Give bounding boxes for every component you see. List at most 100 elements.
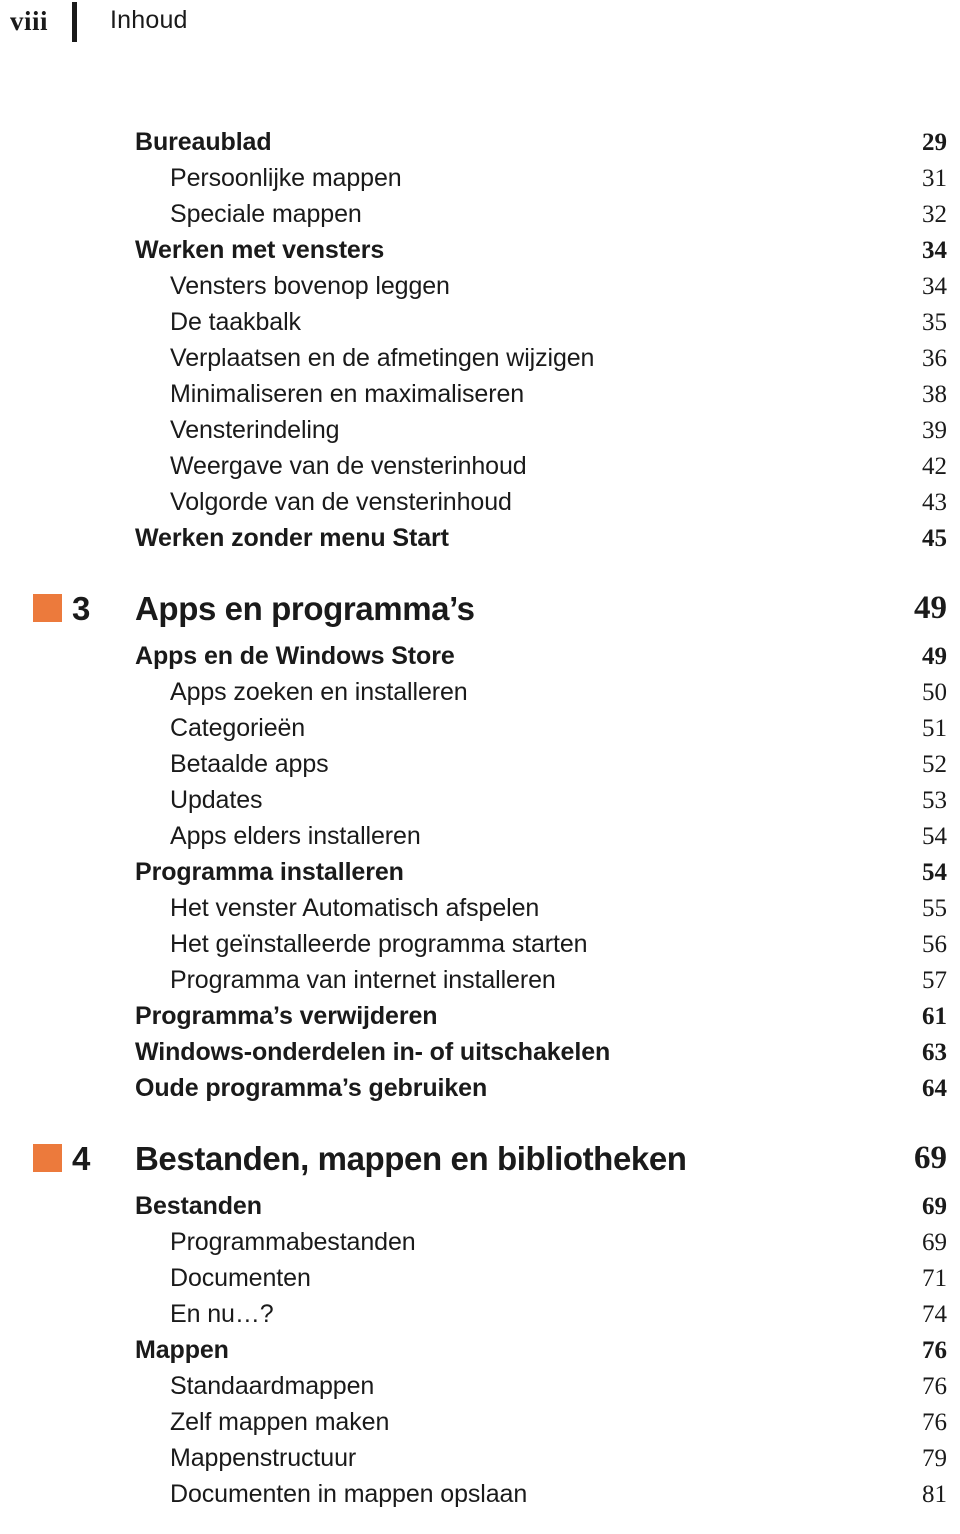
- toc-entry-page-number: 76: [922, 1337, 947, 1364]
- toc-entry-label: Verplaatsen en de afmetingen wijzigen: [170, 344, 595, 372]
- toc-entry-page-number: 43: [922, 489, 947, 516]
- toc-entry-row[interactable]: Minimaliseren en maximaliseren 38: [0, 380, 960, 416]
- toc-entry-row[interactable]: Werken zonder menu Start 45: [0, 524, 960, 560]
- toc-entry-row[interactable]: Programmabestanden 69: [0, 1228, 960, 1264]
- toc-entry-page-number: 54: [922, 823, 947, 850]
- toc-entry-page-number: 63: [922, 1039, 947, 1066]
- toc-entry-label: Categorieën: [170, 714, 306, 742]
- toc-entry-label: Betaalde apps: [170, 750, 329, 778]
- toc-entry-row[interactable]: En nu…? 74: [0, 1300, 960, 1336]
- toc-entry-label: Mappen: [135, 1336, 229, 1364]
- toc-entry-row[interactable]: Weergave van de vensterinhoud 42: [0, 452, 960, 488]
- header-title: Inhoud: [110, 6, 188, 34]
- toc-entry-page-number: 34: [922, 273, 947, 300]
- toc-entry-row[interactable]: Documenten 71: [0, 1264, 960, 1300]
- toc-entry-row[interactable]: Programma van internet installeren 57: [0, 966, 960, 1002]
- toc-entry-page-number: 34: [922, 237, 947, 264]
- toc-entry-row[interactable]: Programma installeren 54: [0, 858, 960, 894]
- toc-entry-row[interactable]: Vensterindeling 39: [0, 416, 960, 452]
- toc-entry-row[interactable]: Zelf mappen maken 76: [0, 1408, 960, 1444]
- toc-entry-row[interactable]: Apps en de Windows Store 49: [0, 642, 960, 678]
- toc-entry-row[interactable]: Vensters bovenop leggen 34: [0, 272, 960, 308]
- toc-entry-page-number: 76: [922, 1373, 947, 1400]
- toc-entry-row[interactable]: Bestanden 69: [0, 1192, 960, 1228]
- toc-entry-row[interactable]: Het geïnstalleerde programma starten 56: [0, 930, 960, 966]
- toc-entry-row[interactable]: Mappenstructuur 79: [0, 1444, 960, 1480]
- toc-entry-page-number: 71: [922, 1265, 947, 1292]
- toc-entry-label: Werken met vensters: [135, 236, 385, 264]
- toc-entry-label: Vensterindeling: [170, 416, 340, 444]
- toc-entry-label: Documenten in mappen opslaan: [170, 1480, 528, 1508]
- toc-entry-page-number: 81: [922, 1481, 947, 1508]
- toc-entry-row[interactable]: Het venster Automatisch afspelen 55: [0, 894, 960, 930]
- toc-entry-row[interactable]: Windows-onderdelen in- of uitschakelen 63: [0, 1038, 960, 1074]
- toc-entry-label: De taakbalk: [170, 308, 301, 336]
- toc-entry-row[interactable]: Betaalde apps 52: [0, 750, 960, 786]
- toc-entry-page-number: 69: [922, 1229, 947, 1256]
- toc-entry-page-number: 45: [922, 525, 947, 552]
- toc-entry-page-number: 31: [922, 165, 947, 192]
- toc-entry-page-number: 69: [922, 1193, 947, 1220]
- toc-entry-label: Het venster Automatisch afspelen: [170, 894, 540, 922]
- chapter-page-number: 69: [914, 1139, 947, 1176]
- toc-entry-row[interactable]: Verplaatsen en de afmetingen wijzigen 36: [0, 344, 960, 380]
- toc-entry-page-number: 64: [922, 1075, 947, 1102]
- chapter-title: Apps en programma’s: [135, 589, 475, 627]
- header-divider-rule: [72, 2, 77, 42]
- chapter-square-icon: [33, 594, 62, 622]
- toc-entry-page-number: 36: [922, 345, 947, 372]
- toc-entry-label: Mappenstructuur: [170, 1444, 357, 1472]
- toc-entry-label: Programma installeren: [135, 858, 404, 886]
- toc-entry-page-number: 42: [922, 453, 947, 480]
- toc-entry-page-number: 76: [922, 1409, 947, 1436]
- toc-entry-row[interactable]: Standaardmappen 76: [0, 1372, 960, 1408]
- toc-entry-page-number: 55: [922, 895, 947, 922]
- toc-entry-row[interactable]: Updates 53: [0, 786, 960, 822]
- toc-entry-row[interactable]: Speciale mappen 32: [0, 200, 960, 236]
- toc-chapter-row[interactable]: 3 Apps en programma’s 49: [0, 580, 960, 636]
- toc-entry-label: Apps elders installeren: [170, 822, 421, 850]
- toc-entry-page-number: 61: [922, 1003, 947, 1030]
- chapter-square-icon: [33, 1144, 62, 1172]
- toc-entry-page-number: 32: [922, 201, 947, 228]
- toc-entry-label: Het geïnstalleerde programma starten: [170, 930, 588, 958]
- page-header: viii Inhoud: [0, 0, 960, 52]
- toc-entry-page-number: 51: [922, 715, 947, 742]
- toc-entry-label: Minimaliseren en maximaliseren: [170, 380, 525, 408]
- toc-entry-label: Zelf mappen maken: [170, 1408, 390, 1436]
- toc-entry-label: Weergave van de vensterinhoud: [170, 452, 527, 480]
- toc-entry-label: Persoonlijke mappen: [170, 164, 402, 192]
- toc-chapter-row[interactable]: 4 Bestanden, mappen en bibliotheken 69: [0, 1130, 960, 1186]
- toc-entry-page-number: 50: [922, 679, 947, 706]
- toc-entry-row[interactable]: Mappen 76: [0, 1336, 960, 1372]
- toc-entry-row[interactable]: Oude programma’s gebruiken 64: [0, 1074, 960, 1110]
- toc-entry-page-number: 74: [922, 1301, 947, 1328]
- table-of-contents: Bureaublad 29 Persoonlijke mappen 31 Special…: [0, 128, 960, 1516]
- toc-entry-row[interactable]: Bureaublad 29: [0, 128, 960, 164]
- toc-entry-row[interactable]: Programma’s verwijderen 61: [0, 1002, 960, 1038]
- toc-entry-page-number: 57: [922, 967, 947, 994]
- chapter-number: 4: [72, 1139, 91, 1177]
- toc-entry-label: Vensters bovenop leggen: [170, 272, 450, 300]
- toc-entry-row[interactable]: Volgorde van de vensterinhoud 43: [0, 488, 960, 524]
- chapter-page-number: 49: [914, 589, 947, 626]
- toc-entry-label: Bureaublad: [135, 128, 272, 156]
- toc-entry-page-number: 39: [922, 417, 947, 444]
- toc-entry-row[interactable]: Persoonlijke mappen 31: [0, 164, 960, 200]
- toc-entry-label: Oude programma’s gebruiken: [135, 1074, 488, 1102]
- toc-entry-page-number: 29: [922, 129, 947, 156]
- toc-entry-page-number: 49: [922, 643, 947, 670]
- toc-entry-label: Speciale mappen: [170, 200, 362, 228]
- toc-entry-row[interactable]: Documenten in mappen opslaan 81: [0, 1480, 960, 1516]
- toc-entry-row[interactable]: Apps zoeken en installeren 50: [0, 678, 960, 714]
- toc-entry-row[interactable]: Apps elders installeren 54: [0, 822, 960, 858]
- chapter-title: Bestanden, mappen en bibliotheken: [135, 1139, 687, 1177]
- toc-entry-page-number: 56: [922, 931, 947, 958]
- toc-entry-row[interactable]: Werken met vensters 34: [0, 236, 960, 272]
- toc-entry-label: Programma’s verwijderen: [135, 1002, 438, 1030]
- toc-entry-row[interactable]: De taakbalk 35: [0, 308, 960, 344]
- toc-entry-label: Apps zoeken en installeren: [170, 678, 468, 706]
- toc-entry-page-number: 52: [922, 751, 947, 778]
- toc-entry-label: Apps en de Windows Store: [135, 642, 455, 670]
- toc-entry-row[interactable]: Categorieën 51: [0, 714, 960, 750]
